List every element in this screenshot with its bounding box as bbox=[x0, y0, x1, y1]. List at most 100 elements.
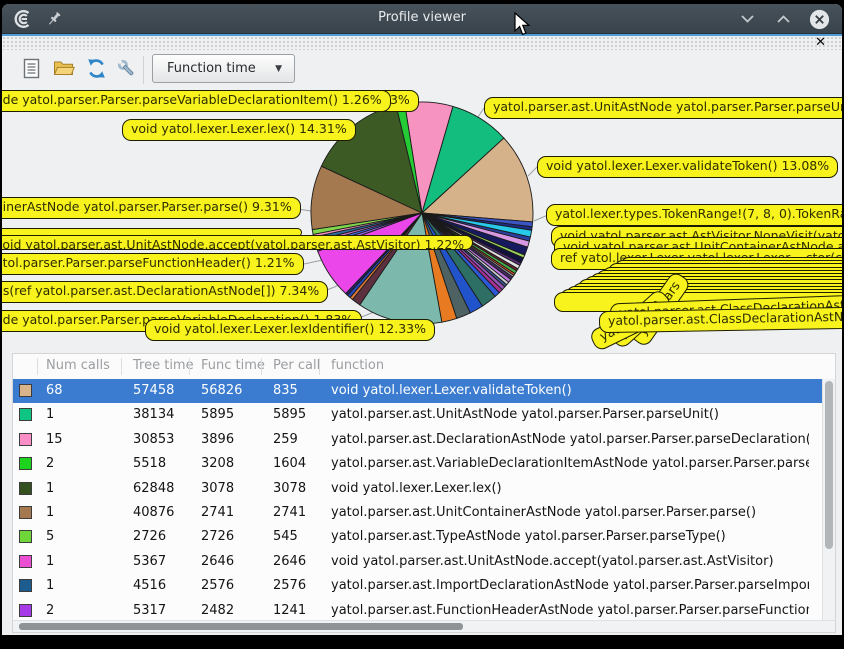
cell-function: yatol.parser.ast.VariableDeclarationItem… bbox=[331, 456, 809, 471]
column-header-per-call[interactable]: Per call bbox=[273, 358, 320, 373]
pie-callout-label: void yatol.lexer.Lexer.lexIdentifier() 1… bbox=[145, 319, 435, 341]
cell-num_calls: 15 bbox=[46, 432, 63, 447]
cell-function: void yatol.lexer.Lexer.lex() bbox=[331, 481, 809, 496]
row-color-swatch bbox=[19, 579, 32, 592]
row-color-swatch bbox=[19, 604, 32, 617]
horizontal-scrollbar[interactable] bbox=[13, 620, 836, 632]
cell-per_call: 1604 bbox=[273, 456, 306, 471]
row-color-swatch bbox=[19, 482, 32, 495]
function-table: Num calls Tree time Func time Per call funct… bbox=[12, 353, 836, 633]
pie-callout-label: atol.parser.Parser.parseFunctionHeader()… bbox=[2, 253, 304, 275]
table-row[interactable]: 2 5317 2482 1241 yatol.parser.ast.FunctionHe… bbox=[13, 599, 823, 623]
cell-func_time: 3208 bbox=[201, 456, 234, 471]
row-color-swatch bbox=[19, 555, 32, 568]
cell-function: yatol.parser.ast.FunctionHeaderAstNode y… bbox=[331, 603, 809, 618]
cell-func_time: 56826 bbox=[201, 383, 242, 398]
cell-per_call: 2741 bbox=[273, 505, 306, 520]
cell-num_calls: 1 bbox=[46, 505, 54, 520]
vertical-scrollbar[interactable] bbox=[822, 379, 835, 622]
horizontal-scrollbar-thumb[interactable] bbox=[19, 623, 463, 630]
cell-per_call: 835 bbox=[273, 383, 298, 398]
cell-func_time: 2726 bbox=[201, 529, 234, 544]
cell-tree_time: 5317 bbox=[133, 603, 166, 618]
pie-callout-label: yatol.lexer.types.TokenRange!(7, 8, 0).T… bbox=[546, 204, 842, 226]
table-row[interactable]: 14087627412741yatol.parser.ast.UnitConta… bbox=[13, 501, 823, 525]
cell-tree_time: 4516 bbox=[133, 578, 166, 593]
cell-num_calls: 2 bbox=[46, 603, 54, 618]
column-header-func-time[interactable]: Func time bbox=[201, 358, 265, 373]
column-header-tree-time[interactable]: Tree time bbox=[133, 358, 194, 373]
table-row[interactable]: 1536726462646void yatol.parser.ast.UnitA… bbox=[13, 550, 823, 574]
column-header-num-calls[interactable]: Num calls bbox=[46, 358, 110, 373]
header-separator bbox=[37, 358, 38, 375]
pane-close-icon[interactable]: ✕ bbox=[815, 36, 826, 50]
report-icon[interactable] bbox=[22, 58, 44, 80]
cell-per_call: 1241 bbox=[273, 603, 306, 618]
cell-function: yatol.parser.ast.ImportDeclarationAstNod… bbox=[331, 578, 809, 593]
maximize-button[interactable] bbox=[772, 8, 794, 30]
row-color-swatch bbox=[19, 530, 32, 543]
cell-tree_time: 30853 bbox=[133, 432, 174, 447]
cell-num_calls: 68 bbox=[46, 383, 63, 398]
row-color-swatch bbox=[19, 384, 32, 397]
table-header: Num calls Tree time Func time Per call funct… bbox=[13, 354, 835, 380]
pie-callout-label: ns(ref yatol.parser.ast.DeclarationAstNo… bbox=[2, 281, 328, 303]
cell-function: void yatol.lexer.Lexer.validateToken() bbox=[331, 383, 809, 398]
table-row[interactable]: 68 57458 56826 835 void yatol.lexer.Lexer.va… bbox=[13, 379, 823, 403]
pie-callout-label: void yatol.parser.ast.UnitAstNode.accept… bbox=[2, 235, 473, 250]
cell-per_call: 2576 bbox=[273, 578, 306, 593]
cell-tree_time: 2726 bbox=[133, 529, 166, 544]
cell-func_time: 3896 bbox=[201, 432, 234, 447]
tools-wrench-icon[interactable] bbox=[116, 58, 138, 80]
pie-callout-label: ode yatol.parser.Parser.parseVariableDec… bbox=[2, 90, 391, 112]
cell-func_time: 2741 bbox=[201, 505, 234, 520]
table-row[interactable]: 15308533896259yatol.parser.ast.Declarati… bbox=[13, 428, 823, 452]
row-color-swatch bbox=[19, 433, 32, 446]
profile-viewer-window: Profile viewer ✕ bbox=[2, 4, 842, 635]
table-row[interactable]: 2 5518 3208 1604 yatol.parser.ast.VariableDe… bbox=[13, 452, 823, 476]
cell-per_call: 545 bbox=[273, 529, 298, 544]
header-separator bbox=[121, 358, 122, 375]
vertical-scrollbar-thumb[interactable] bbox=[825, 381, 833, 549]
cell-func_time: 2576 bbox=[201, 578, 234, 593]
toolbar-drag-strip[interactable] bbox=[2, 36, 842, 50]
toolbar-separator bbox=[143, 56, 144, 84]
cell-function: yatol.parser.ast.DeclarationAstNode yato… bbox=[331, 432, 809, 447]
open-folder-icon[interactable] bbox=[53, 58, 75, 80]
cell-tree_time: 57458 bbox=[133, 383, 174, 398]
cell-tree_time: 62848 bbox=[133, 481, 174, 496]
cell-num_calls: 5 bbox=[46, 529, 54, 544]
cell-per_call: 2646 bbox=[273, 554, 306, 569]
cell-func_time: 3078 bbox=[201, 481, 234, 496]
metric-dropdown[interactable]: Function time ▼ bbox=[152, 54, 295, 83]
column-header-function[interactable]: function bbox=[331, 358, 384, 373]
row-color-swatch bbox=[19, 457, 32, 470]
titlebar[interactable]: Profile viewer bbox=[2, 4, 842, 34]
cell-tree_time: 40876 bbox=[133, 505, 174, 520]
table-row[interactable]: 527262726545yatol.parser.ast.TypeAstNode… bbox=[13, 525, 823, 549]
cell-num_calls: 1 bbox=[46, 578, 54, 593]
cell-tree_time: 5367 bbox=[133, 554, 166, 569]
table-row[interactable]: 1 4516 2576 2576 yatol.parser.ast.ImportDecl… bbox=[13, 574, 823, 598]
minimize-button[interactable] bbox=[736, 8, 758, 30]
cell-num_calls: 1 bbox=[46, 481, 54, 496]
cell-function: yatol.parser.ast.UnitAstNode yatol.parse… bbox=[331, 407, 809, 422]
cell-num_calls: 1 bbox=[46, 407, 54, 422]
cell-num_calls: 2 bbox=[46, 456, 54, 471]
table-row[interactable]: 13813458955895yatol.parser.ast.UnitAstNo… bbox=[13, 403, 823, 427]
header-separator bbox=[319, 358, 320, 375]
chevron-down-icon: ▼ bbox=[275, 64, 282, 74]
table-row[interactable]: 16284830783078void yatol.lexer.Lexer.lex… bbox=[13, 477, 823, 501]
refresh-icon[interactable] bbox=[86, 58, 108, 80]
cell-num_calls: 1 bbox=[46, 554, 54, 569]
main-content: ✕ bbox=[2, 36, 842, 635]
cell-func_time: 5895 bbox=[201, 407, 234, 422]
metric-dropdown-value: Function time bbox=[167, 61, 256, 76]
cell-func_time: 2646 bbox=[201, 554, 234, 569]
pie-callout-label: void yatol.lexer.Lexer.validateToken() 1… bbox=[537, 156, 838, 178]
close-button[interactable] bbox=[808, 8, 830, 30]
cell-func_time: 2482 bbox=[201, 603, 234, 618]
cell-tree_time: 5518 bbox=[133, 456, 166, 471]
header-separator bbox=[261, 358, 262, 375]
pie-callout-label: void yatol.lexer.Lexer.lex() 14.31% bbox=[122, 119, 356, 141]
